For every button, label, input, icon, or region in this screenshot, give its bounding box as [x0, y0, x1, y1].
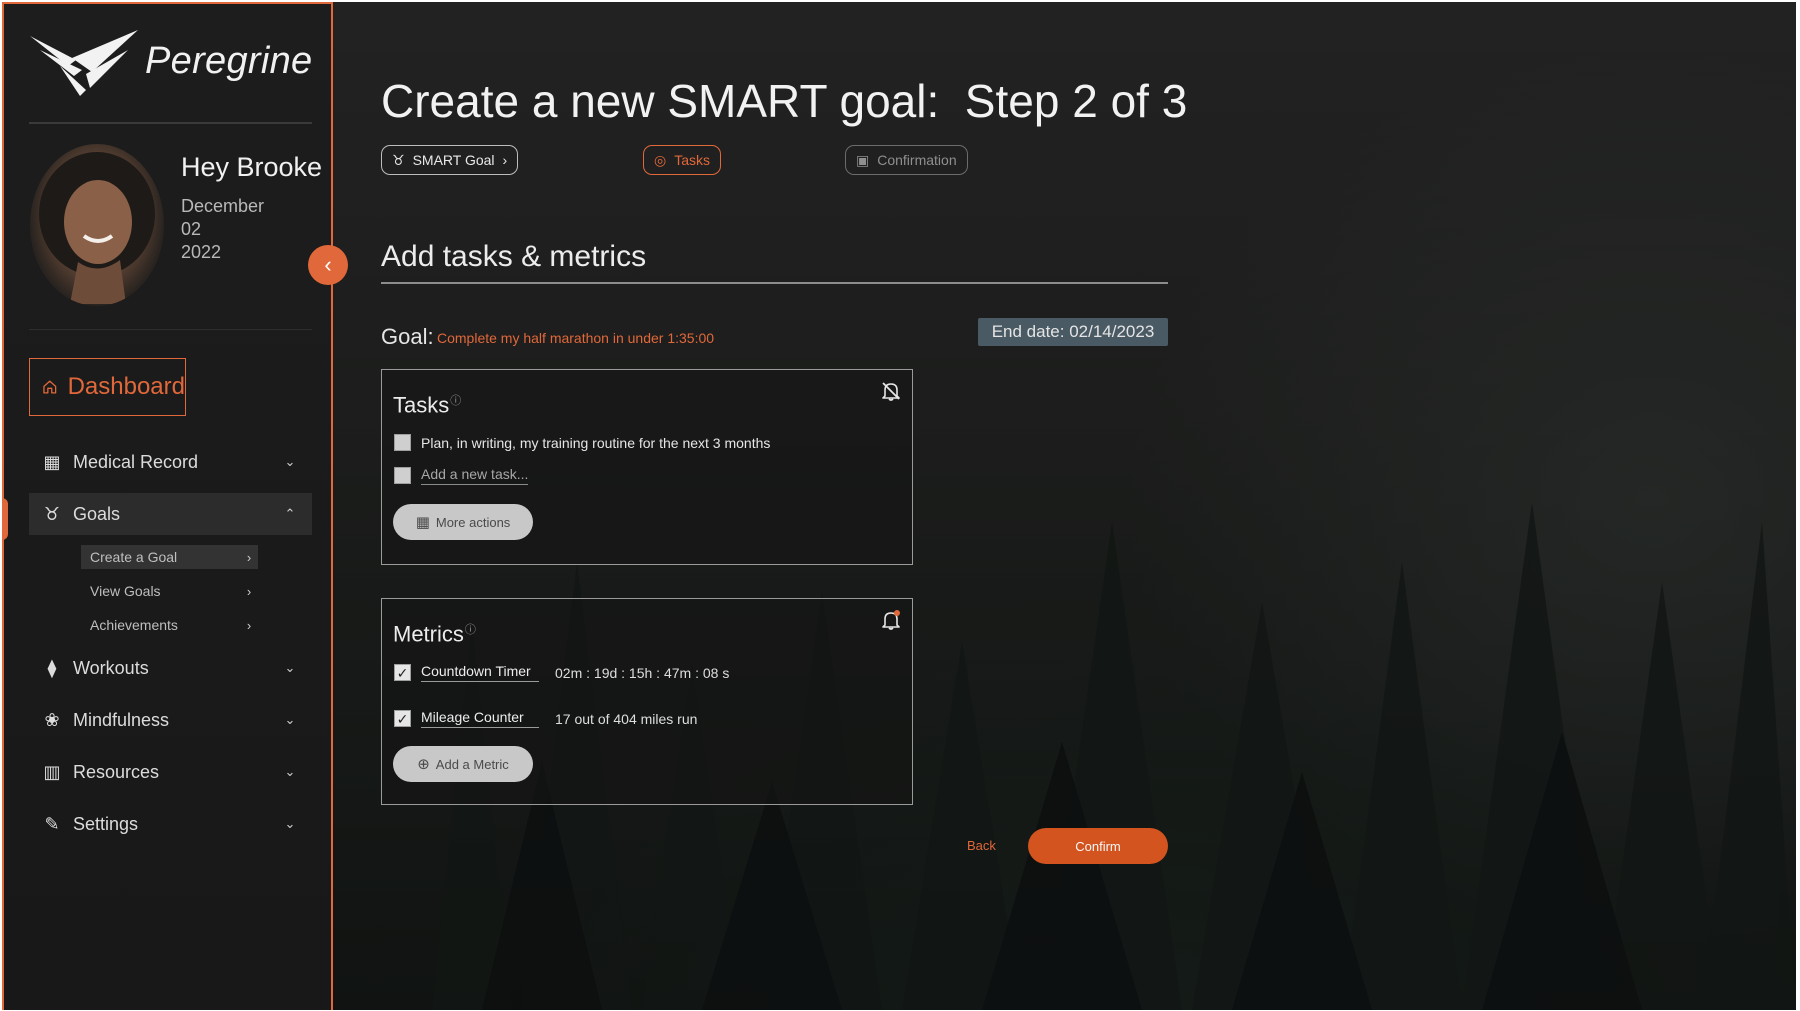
metrics-title-text: Metrics: [393, 621, 464, 647]
tasks-title: Tasksⓘ: [393, 392, 461, 418]
confirm-button[interactable]: Confirm: [1028, 828, 1168, 864]
chevron-right-icon: ›: [246, 583, 252, 599]
home-icon: [43, 380, 57, 394]
award-icon: ♉: [43, 503, 61, 524]
sidebar-item-label: Settings: [73, 813, 139, 834]
sidebar-item-settings[interactable]: ✎ Settings ⌄: [29, 803, 312, 845]
chevron-down-icon: ⌄: [284, 454, 296, 469]
step-smart-goal[interactable]: ♉ SMART Goal ›: [381, 145, 519, 175]
bell-notification-icon[interactable]: [880, 609, 902, 631]
sidebar-item-label: Mindfulness: [73, 709, 170, 730]
tasks-card: Tasksⓘ Plan, in writing, my training rou…: [381, 369, 913, 565]
task-label: Plan, in writing, my training routine fo…: [421, 434, 771, 451]
subitem-label: Create a Goal: [90, 549, 178, 565]
add-metric-label: Add a Metric: [435, 756, 509, 772]
more-actions-button[interactable]: ▦ More actions: [393, 504, 533, 540]
more-actions-label: More actions: [435, 514, 511, 530]
task-checkbox[interactable]: [394, 434, 411, 451]
sidebar-item-label: Medical Record: [73, 451, 199, 472]
subitem-label: View Goals: [90, 583, 161, 599]
chevron-left-icon: ‹: [324, 252, 332, 277]
grid-icon: ▦: [415, 514, 430, 531]
dashboard-button[interactable]: Dashboard: [29, 358, 186, 416]
dumbbell-icon: ⧫: [47, 657, 57, 678]
metric-row: ✓ Countdown Timer 02m : 19d : 15h : 47m …: [394, 663, 729, 682]
sidebar-subitem-create-goal[interactable]: Create a Goal ›: [81, 545, 258, 569]
sidebar-item-resources[interactable]: ▥ Resources ⌄: [29, 751, 312, 793]
sidebar-item-goals[interactable]: ♉ Goals ⌃: [29, 493, 312, 535]
chevron-down-icon: ⌄: [284, 712, 296, 727]
sidebar: Peregrine Hey Brooke December 02 2022 Da…: [2, 2, 333, 1010]
goal-label: Goal:: [381, 324, 434, 349]
sidebar-item-label: Resources: [73, 761, 160, 782]
bell-off-icon[interactable]: [880, 380, 902, 402]
sidebar-item-workouts[interactable]: ⧫ Workouts ⌄: [29, 647, 312, 689]
active-indicator: [2, 498, 8, 540]
info-icon: ⓘ: [464, 624, 476, 636]
section-divider: [381, 282, 1168, 284]
lotus-icon: ❀: [44, 709, 60, 730]
metric-name[interactable]: Countdown Timer: [421, 663, 539, 682]
subitem-label: Achievements: [90, 617, 178, 633]
divider: [29, 122, 312, 124]
task-row: Plan, in writing, my training routine fo…: [394, 434, 770, 451]
app-frame: Peregrine Hey Brooke December 02 2022 Da…: [2, 2, 1796, 1010]
step-label: Confirmation: [877, 152, 957, 168]
new-task-input[interactable]: Add a new task...: [421, 466, 529, 485]
date-year: 2022: [181, 242, 222, 262]
chevron-up-icon: ⌃: [284, 506, 296, 521]
metric-value: 02m : 19d : 15h : 47m : 08 s: [555, 664, 730, 681]
plus-circle-icon: ⊕: [417, 756, 430, 773]
chevron-down-icon: ⌄: [284, 816, 296, 831]
date-month: December: [181, 196, 265, 216]
chevron-right-icon: ›: [246, 617, 252, 633]
metric-row: ✓ Mileage Counter 17 out of 404 miles ru…: [394, 709, 697, 728]
layout-icon: ▦: [43, 451, 61, 472]
wrench-icon: ✎: [44, 813, 60, 834]
peregrine-logo-icon: [30, 30, 138, 96]
book-icon: ▥: [43, 761, 61, 782]
chevron-down-icon: ⌄: [284, 764, 296, 779]
sidebar-subitem-view-goals[interactable]: View Goals ›: [81, 579, 258, 603]
back-link[interactable]: Back: [967, 838, 996, 853]
sidebar-item-mindfulness[interactable]: ❀ Mindfulness ⌄: [29, 699, 312, 741]
step-confirmation[interactable]: ▣ Confirmation: [845, 145, 968, 175]
metric-name[interactable]: Mileage Counter: [421, 709, 539, 728]
step-label: Tasks: [674, 152, 711, 168]
end-date-badge: End date: 02/14/2023: [978, 318, 1168, 346]
sidebar-item-label: Workouts: [73, 657, 149, 678]
collapse-sidebar-button[interactable]: ‹: [308, 245, 348, 285]
sidebar-item-label: Goals: [73, 503, 121, 524]
step-tasks[interactable]: ◎ Tasks: [643, 145, 722, 175]
metrics-title: Metricsⓘ: [393, 621, 476, 647]
award-icon: ♉: [392, 151, 405, 168]
date-day: 02: [181, 219, 202, 239]
chevron-right-icon: ›: [246, 549, 252, 565]
add-metric-button[interactable]: ⊕ Add a Metric: [393, 746, 533, 782]
user-greeting: Hey Brooke: [181, 152, 323, 182]
new-task-checkbox[interactable]: [394, 467, 411, 484]
metric-value: 17 out of 404 miles run: [555, 710, 698, 727]
new-task-row: Add a new task...: [394, 466, 529, 485]
chevron-down-icon: ⌄: [284, 660, 296, 675]
section-title: Add tasks & metrics: [381, 240, 647, 273]
page-title: Create a new SMART goal: Step 2 of 3: [381, 75, 1188, 127]
tasks-title-text: Tasks: [393, 392, 450, 418]
metric-checkbox[interactable]: ✓: [394, 664, 411, 681]
step-label: SMART Goal: [412, 152, 495, 168]
divider: [29, 329, 312, 330]
goal-text: Complete my half marathon in under 1:35:…: [437, 330, 715, 346]
metric-checkbox[interactable]: ✓: [394, 710, 411, 727]
metrics-card: Metricsⓘ ✓ Countdown Timer 02m : 19d : 1…: [381, 598, 913, 805]
info-icon: ⓘ: [450, 395, 462, 407]
sidebar-item-medical-record[interactable]: ▦ Medical Record ⌄: [29, 441, 312, 483]
brand-name: Peregrine: [145, 40, 313, 82]
dashboard-label: Dashboard: [67, 373, 185, 400]
clipboard-icon: ▣: [856, 151, 870, 168]
task-icon: ◎: [654, 151, 667, 168]
chevron-right-icon: ›: [502, 152, 508, 168]
avatar: [30, 144, 164, 306]
sidebar-subitem-achievements[interactable]: Achievements ›: [81, 613, 258, 637]
